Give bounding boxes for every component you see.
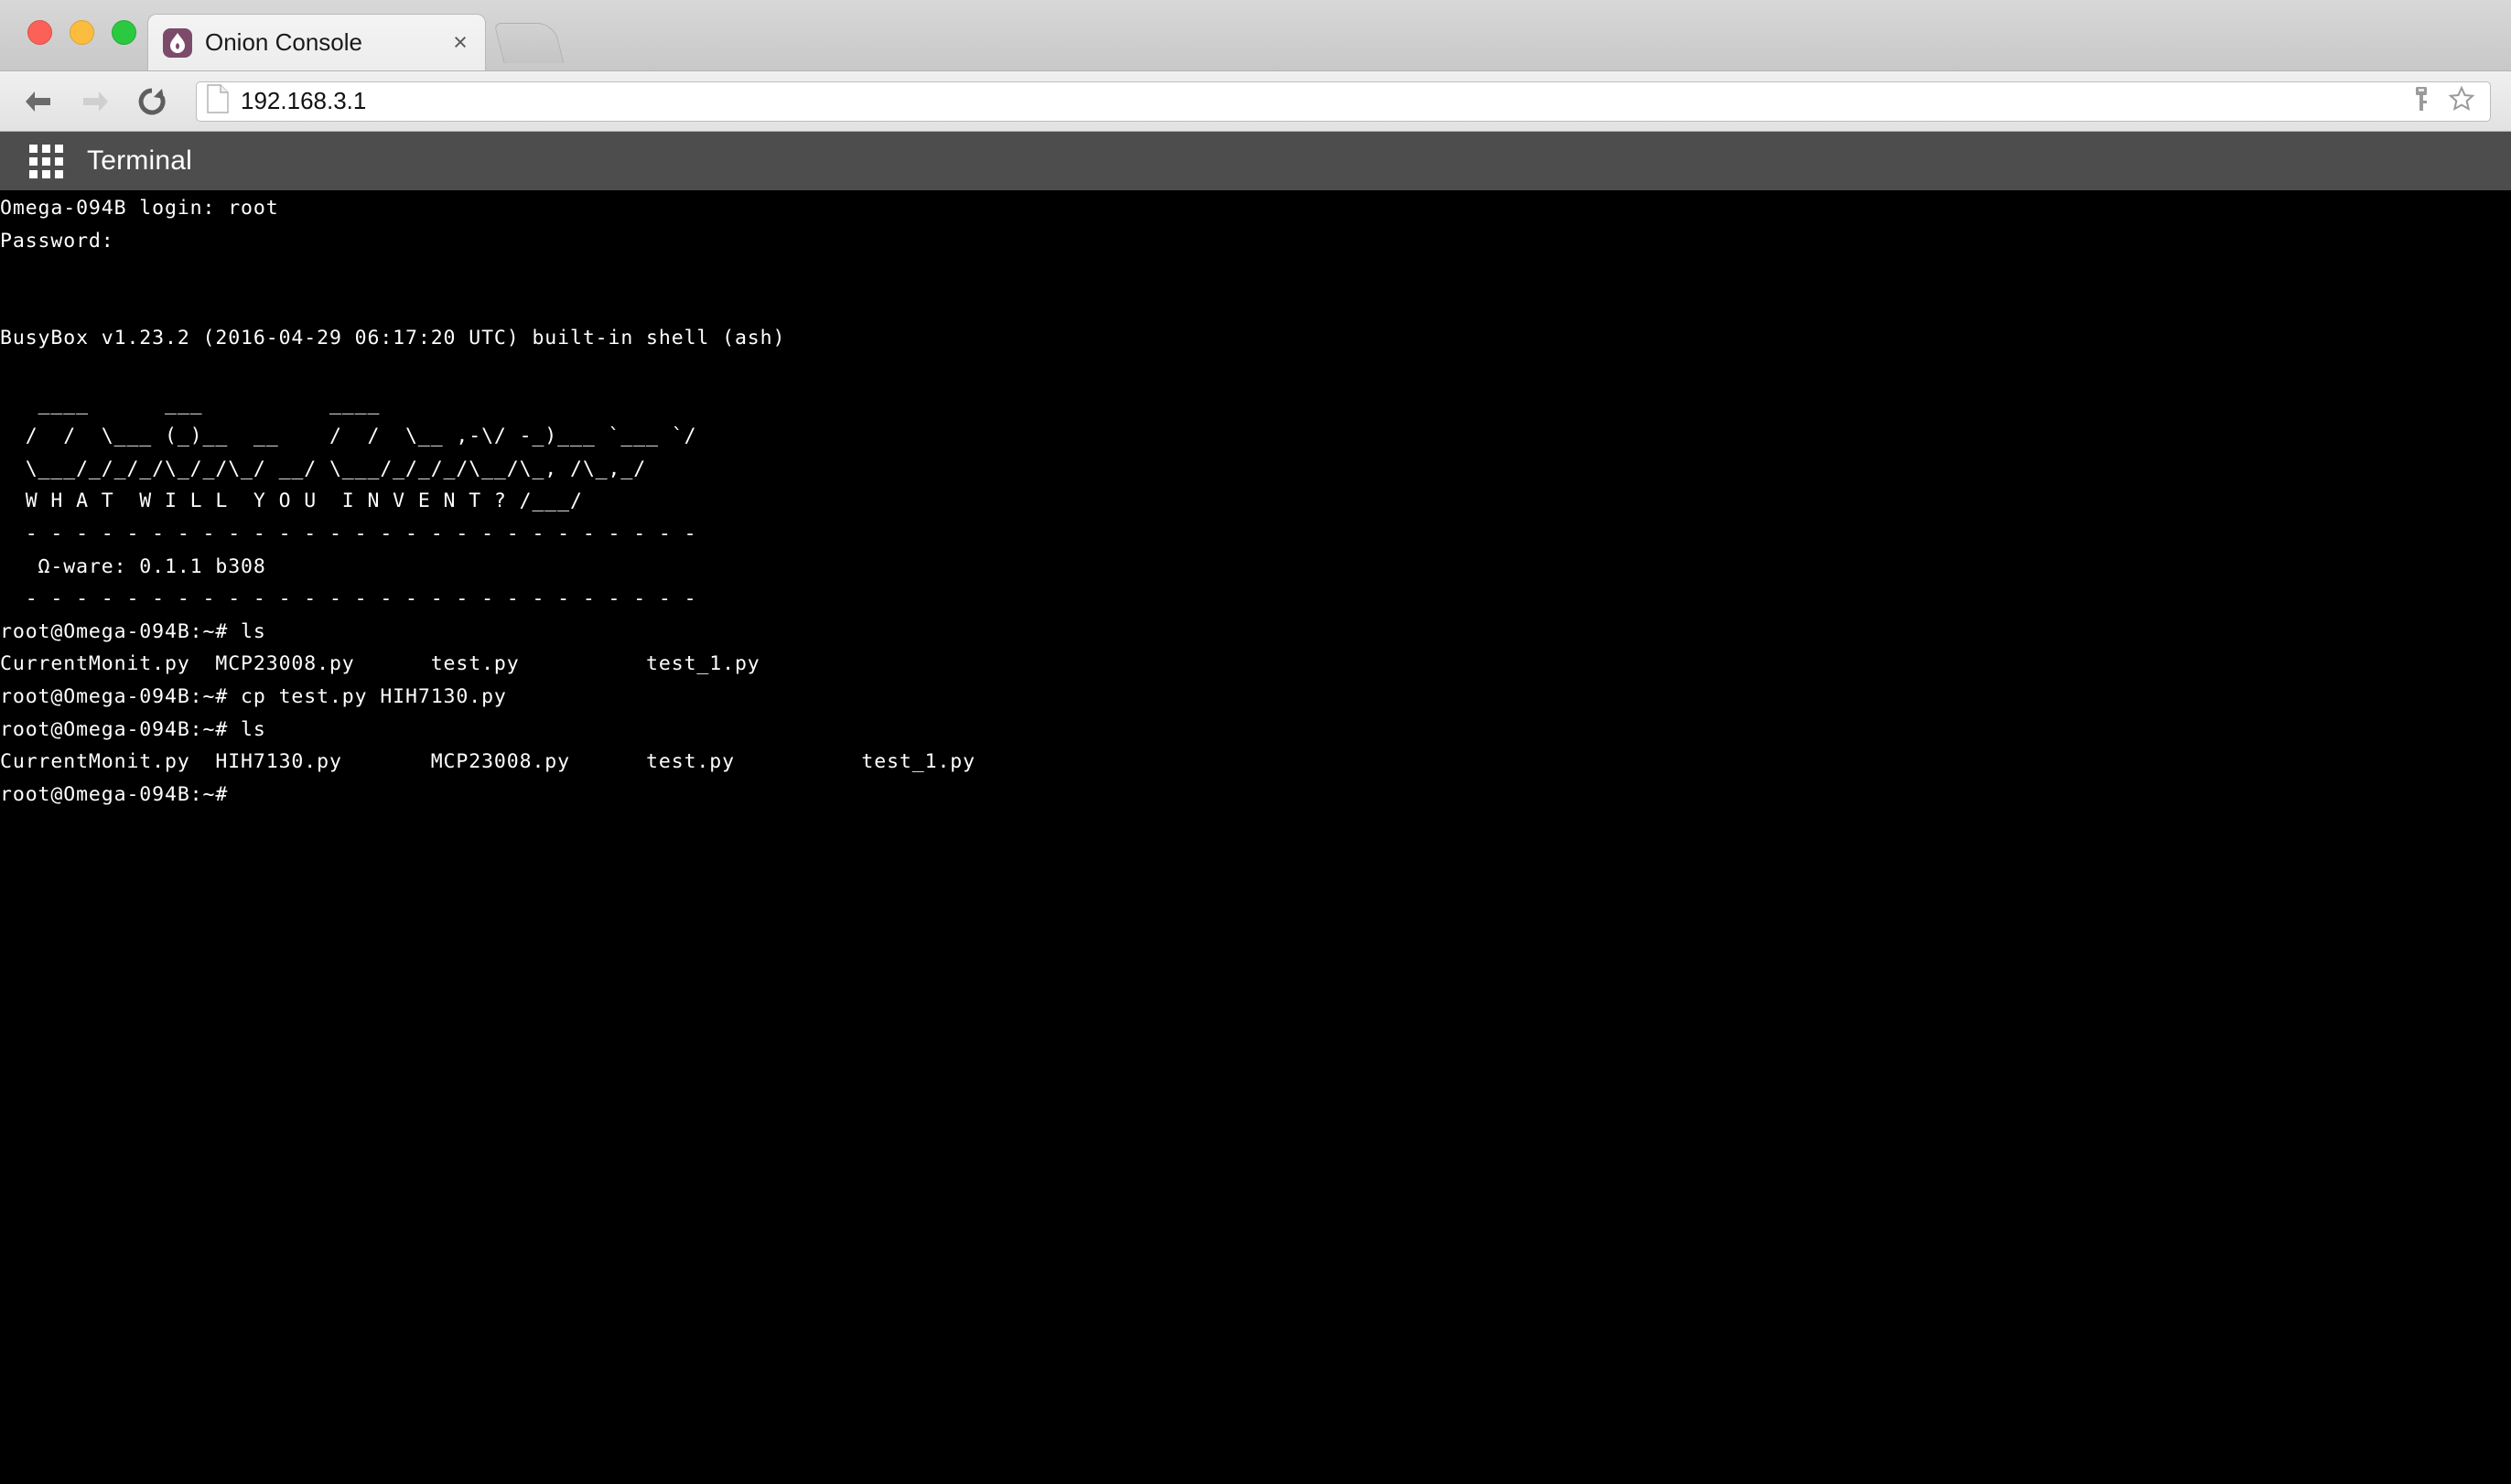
terminal-line: root@Omega-094B:~# — [0, 782, 229, 806]
terminal-line: - - - - - - - - - - - - - - - - - - - - … — [0, 587, 697, 611]
tab-title: Onion Console — [205, 28, 362, 56]
key-icon[interactable] — [2409, 85, 2433, 117]
tab-strip: Onion Console × — [0, 0, 2511, 71]
terminal-line: / / \___ (_)__ __ / / \__ ,-\/ -_)___ `_… — [0, 425, 697, 448]
terminal-line: root@Omega-094B:~# ls — [0, 619, 266, 643]
minimize-window-button[interactable] — [70, 20, 94, 45]
terminal-line: Omega-094B login: root — [0, 197, 279, 220]
terminal-line: root@Omega-094B:~# cp test.py HIH7130.py — [0, 684, 507, 708]
page-title: Terminal — [87, 145, 192, 176]
terminal-line: - - - - - - - - - - - - - - - - - - - - … — [0, 522, 697, 545]
close-window-button[interactable] — [27, 20, 52, 45]
star-icon[interactable] — [2448, 85, 2475, 117]
terminal-line: root@Omega-094B:~# ls — [0, 717, 266, 741]
close-tab-button[interactable]: × — [447, 29, 474, 57]
browser-tab-onion-console[interactable]: Onion Console × — [147, 14, 486, 70]
document-icon — [206, 84, 230, 118]
terminal-output[interactable]: Omega-094B login: root Password: BusyBox … — [0, 190, 2511, 1484]
url-text[interactable]: 192.168.3.1 — [241, 87, 2398, 115]
address-bar[interactable]: 192.168.3.1 — [196, 81, 2491, 122]
terminal-line: CurrentMonit.py HIH7130.py MCP23008.py t… — [0, 750, 975, 774]
forward-button[interactable] — [70, 78, 121, 125]
terminal-line: CurrentMonit.py MCP23008.py test.py test… — [0, 652, 760, 676]
onion-logo-icon — [163, 27, 192, 58]
terminal-line: \___/_/_/_/\_/_/\_/ __/ \___/_/_/_/\__/\… — [0, 457, 647, 480]
new-tab-button[interactable] — [493, 23, 565, 63]
reload-button[interactable] — [126, 78, 178, 125]
address-bar-icons — [2409, 85, 2481, 117]
terminal-line: BusyBox v1.23.2 (2016-04-29 06:17:20 UTC… — [0, 327, 786, 350]
browser-window: Onion Console × 192.168.3.1 Terminal Ome… — [0, 0, 2511, 1484]
console-header: Terminal — [0, 132, 2511, 190]
terminal-line: Ω-ware: 0.1.1 b308 — [0, 554, 266, 578]
back-button[interactable] — [13, 78, 64, 125]
terminal-line: ____ ___ ____ — [0, 392, 381, 415]
terminal-line: Password: — [0, 229, 114, 253]
terminal-line: W H A T W I L L Y O U I N V E N T ? /___… — [0, 489, 583, 513]
window-controls — [27, 20, 136, 45]
zoom-window-button[interactable] — [112, 20, 136, 45]
browser-toolbar: 192.168.3.1 — [0, 71, 2511, 132]
page-content: Terminal Omega-094B login: root Password:… — [0, 132, 2511, 1484]
grid-apps-icon[interactable] — [29, 144, 63, 178]
